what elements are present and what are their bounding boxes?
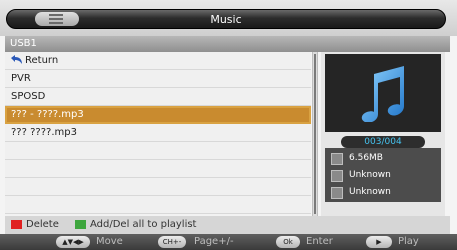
move-label: Move — [96, 236, 123, 247]
album-art — [325, 54, 441, 132]
music-browser-window: Music USB1 Return PVR SPOSD ??? - ????.m… — [0, 0, 457, 250]
list-item-selected-file[interactable]: ??? - ????.mp3 — [5, 106, 311, 124]
list-item-label: PVR — [11, 73, 31, 84]
album-icon — [331, 187, 343, 199]
album-row: Unknown — [329, 185, 439, 201]
artist-icon — [331, 170, 343, 182]
file-info-box: 6.56MB Unknown Unknown — [325, 148, 441, 202]
source-header: USB1 — [5, 36, 450, 52]
title-bar: Music — [0, 0, 457, 36]
list-item-label: ??? ????.mp3 — [11, 127, 77, 138]
return-arrow-icon — [11, 55, 22, 64]
page-key-icon: CH+- — [158, 236, 186, 248]
green-key-icon — [75, 220, 86, 229]
enter-label: Enter — [306, 236, 333, 247]
list-item-label: SPOSD — [11, 91, 46, 102]
delete-label[interactable]: Delete — [26, 219, 59, 230]
list-item-empty — [5, 178, 311, 196]
play-label: Play — [398, 236, 419, 247]
file-list: Return PVR SPOSD ??? - ????.mp3 ??? ????… — [5, 52, 311, 216]
page-label: Page+/- — [194, 236, 234, 247]
file-size: 6.56MB — [349, 153, 383, 163]
album-value: Unknown — [349, 187, 391, 197]
file-size-row: 6.56MB — [329, 151, 439, 167]
list-item-empty — [5, 160, 311, 178]
source-label: USB1 — [10, 38, 37, 49]
add-playlist-label[interactable]: Add/Del all to playlist — [90, 219, 196, 230]
move-key-icon: ▲▼◀▶ — [56, 236, 90, 248]
list-item-empty — [5, 142, 311, 160]
music-note-icon — [361, 66, 404, 122]
list-item-empty — [5, 196, 311, 214]
list-item-folder[interactable]: PVR — [5, 70, 311, 88]
list-item-folder[interactable]: SPOSD — [5, 88, 311, 106]
scrollbar-thumb[interactable] — [314, 54, 316, 214]
page-title: Music — [210, 13, 242, 26]
artist-value: Unknown — [349, 170, 391, 180]
list-item-label: Return — [25, 55, 59, 66]
list-item-return[interactable]: Return — [5, 52, 311, 70]
list-item-file[interactable]: ??? ????.mp3 — [5, 124, 311, 142]
artist-row: Unknown — [329, 168, 439, 184]
file-size-icon — [331, 153, 343, 165]
title-pill: Music — [6, 9, 446, 29]
play-key-icon: ▶ — [366, 236, 392, 248]
info-panel: 003/004 6.56MB Unknown Unknown — [321, 52, 445, 216]
button-hint-bar: ▲▼◀▶ Move CH+- Page+/- Ok Enter ▶ Play — [0, 234, 457, 250]
list-scrollbar[interactable] — [312, 52, 318, 216]
track-counter: 003/004 — [341, 136, 425, 148]
list-item-label: ??? - ????.mp3 — [11, 109, 84, 120]
red-key-icon — [11, 220, 22, 229]
ok-key-icon: Ok — [276, 236, 300, 248]
playlist-hint-bar: Delete Add/Del all to playlist — [5, 216, 450, 234]
